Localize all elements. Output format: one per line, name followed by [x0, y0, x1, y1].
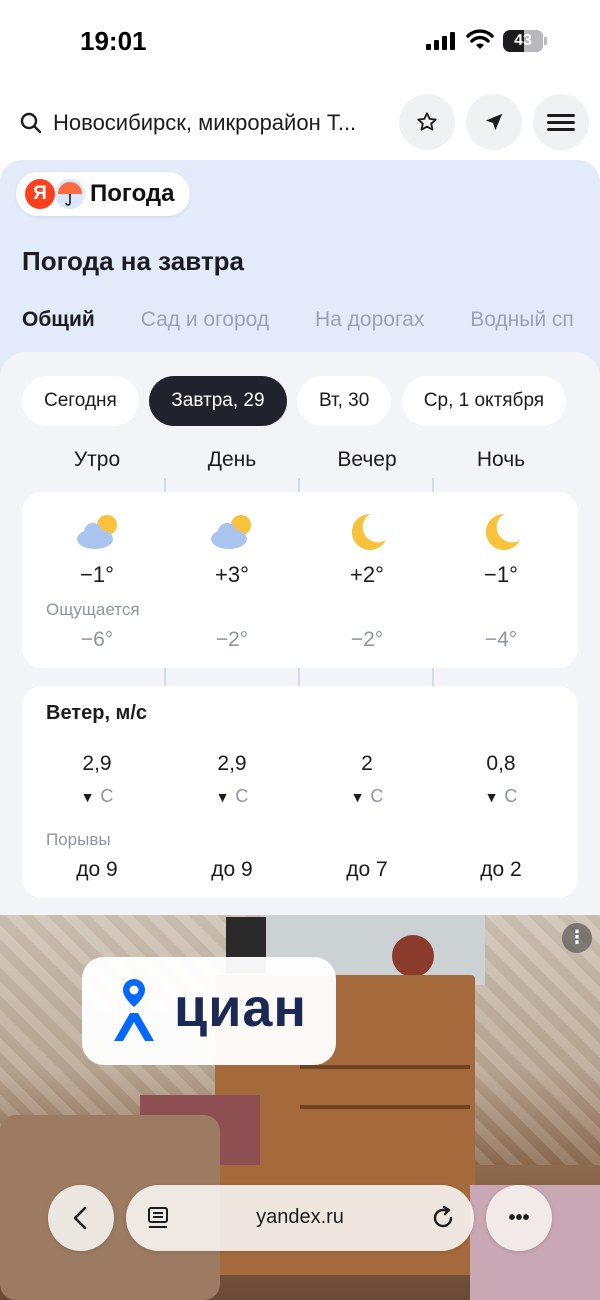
day-chip-tomorrow[interactable]: Завтра, 29 [149, 376, 287, 426]
yandex-weather-logo[interactable]: Я Погода [16, 172, 190, 216]
feels-like-label: Ощущается [46, 600, 140, 619]
wind-arrow-icon: ▼ [215, 789, 230, 805]
ad-photo-vase [392, 935, 434, 977]
wind-direction: ▼ С [292, 786, 442, 807]
logo-text: Погода [90, 180, 175, 207]
search-row: Новосибирск, микрорайон Т... [0, 92, 600, 152]
day-chip-tue[interactable]: Вт, 30 [296, 376, 392, 426]
tab-water-sports[interactable]: Водный сп [470, 308, 574, 332]
search-icon[interactable] [20, 112, 42, 134]
ad-photo-shelf [300, 1105, 470, 1109]
temperature-value: −1° [80, 562, 114, 587]
period-morning: Утро [73, 448, 121, 471]
period-headers: Утро День Вечер Ночь [22, 448, 578, 478]
ad-photo-shelf [300, 1065, 470, 1069]
back-button[interactable] [48, 1185, 114, 1251]
umbrella-icon [55, 179, 85, 209]
period-evening: Вечер [337, 448, 397, 471]
browser-toolbar: yandex.ru ••• [0, 1185, 600, 1255]
wind-arrow-icon: ▼ [80, 789, 95, 805]
cian-logo-icon [114, 979, 154, 1041]
temperature-value: +3° [215, 562, 249, 587]
wifi-icon [466, 29, 494, 49]
feels-like-value: −6° [80, 628, 114, 651]
wind-speed: 2 [361, 752, 373, 775]
battery-level: 43 [514, 32, 532, 49]
wind-direction-label: С [100, 786, 114, 806]
day-selector: Сегодня Завтра, 29 Вт, 30 Ср, 1 октября [22, 376, 572, 426]
partly-cloudy-icon [211, 515, 251, 549]
partly-cloudy-icon [77, 515, 117, 549]
tab-garden[interactable]: Сад и огород [141, 308, 269, 332]
reload-icon[interactable] [430, 1205, 456, 1231]
period-day: День [207, 448, 257, 471]
temperature-value: +2° [350, 562, 384, 587]
cian-logo: циан [82, 957, 336, 1065]
gust-value: до 9 [211, 858, 253, 881]
favorite-button[interactable] [399, 94, 455, 150]
search-input[interactable]: Новосибирск, микрорайон Т... [53, 110, 383, 136]
tab-general[interactable]: Общий [22, 308, 95, 332]
locate-button[interactable] [466, 94, 522, 150]
battery-icon: 43 [503, 30, 547, 52]
signal-icon [426, 32, 458, 50]
moon-icon [351, 513, 386, 550]
gust-value: до 7 [346, 858, 388, 881]
ad-options-button[interactable]: ⋮ [562, 923, 592, 953]
wind-direction: ▼ С [22, 786, 172, 807]
wind-direction: ▼ С [157, 786, 307, 807]
wind-card: Ветер, м/с 2,9 2,9 2 0,8 ▼ С ▼ С ▼ С ▼ С Пор… [22, 686, 578, 898]
period-night: Ночь [476, 448, 526, 471]
wind-direction-label: С [370, 786, 384, 806]
star-icon [417, 112, 437, 131]
wind-speed: 2,9 [82, 752, 112, 775]
forecast-content: Сегодня Завтра, 29 Вт, 30 Ср, 1 октября … [0, 352, 600, 920]
feels-like-value: −4° [484, 628, 518, 651]
day-chip-today[interactable]: Сегодня [22, 376, 139, 426]
wind-direction-label: С [235, 786, 249, 806]
temperature-value: −1° [484, 562, 518, 587]
cian-brand-text: циан [174, 978, 308, 1038]
status-time: 19:01 [80, 26, 147, 56]
wind-direction-label: С [504, 786, 518, 806]
day-chip-wed[interactable]: Ср, 1 октября [401, 376, 567, 426]
yandex-logo-icon: Я [25, 179, 55, 209]
wind-arrow-icon: ▼ [484, 789, 499, 805]
gust-value: до 2 [480, 858, 522, 881]
location-arrow-icon [485, 113, 503, 131]
menu-icon [547, 114, 575, 131]
wind-speed: 0,8 [486, 752, 516, 775]
moon-icon [485, 513, 520, 550]
feels-like-value: −2° [215, 628, 249, 651]
url-text: yandex.ru [256, 1206, 344, 1228]
weather-header: Я Погода Погода на завтра Общий Сад и ог… [0, 160, 600, 380]
wind-title: Ветер, м/с [46, 702, 148, 724]
gusts-label: Порывы [46, 830, 111, 849]
page-title: Погода на завтра [22, 246, 244, 276]
menu-button[interactable] [533, 94, 589, 150]
more-button[interactable]: ••• [486, 1185, 552, 1251]
feels-like-value: −2° [350, 628, 384, 651]
wind-arrow-icon: ▼ [350, 789, 365, 805]
status-bar: 19:01 43 [0, 0, 600, 80]
gust-value: до 9 [76, 858, 118, 881]
chevron-left-icon [73, 1206, 87, 1230]
tab-roads[interactable]: На дорогах [315, 308, 424, 332]
wind-direction: ▼ С [426, 786, 576, 807]
temperature-card: −1° +3° +2° −1° Ощущается −6° −2° −2° −4… [22, 492, 578, 668]
wind-speed: 2,9 [217, 752, 247, 775]
address-bar[interactable]: yandex.ru [126, 1185, 474, 1251]
category-tabs: Общий Сад и огород На дорогах Водный сп [22, 308, 600, 332]
